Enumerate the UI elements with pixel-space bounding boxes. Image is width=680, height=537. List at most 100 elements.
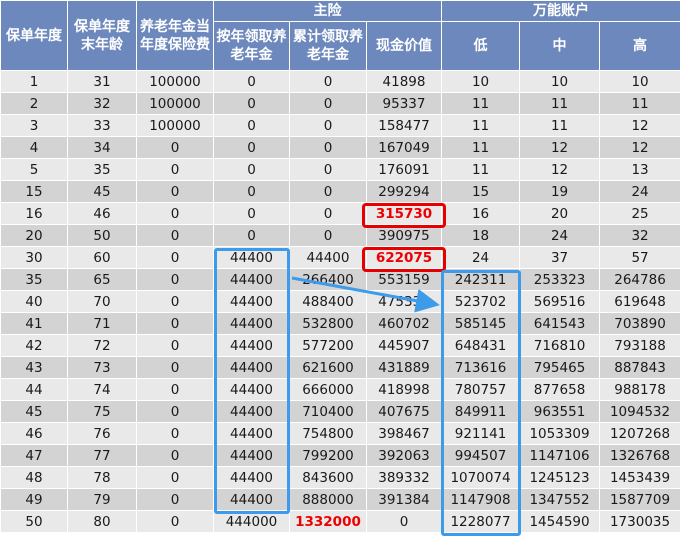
cell-annual-annuity: 44400 — [213, 356, 290, 379]
cell-policy-year: 30 — [0, 246, 68, 269]
table-row: 47 77 0 44400 799200 392063 994507 1147106 13267… — [0, 444, 680, 467]
cell-annual-annuity: 44400 — [213, 400, 290, 423]
table-row: 45 75 0 44400 710400 407675 849911 963551 109453… — [0, 400, 680, 423]
cell-policy-year: 2 — [0, 92, 68, 115]
cell-cash-value: 407675 — [365, 400, 443, 423]
cell-universal-mid: 19 — [519, 180, 601, 203]
cell-universal-high: 1587709 — [599, 488, 680, 511]
cell-age: 80 — [67, 510, 137, 533]
cell-age: 76 — [67, 422, 137, 445]
cell-annual-annuity: 44400 — [213, 334, 290, 357]
cell-policy-year: 5 — [0, 158, 68, 181]
cell-age: 75 — [67, 400, 137, 423]
cell-premium: 100000 — [136, 70, 214, 93]
cell-annual-annuity: 0 — [213, 158, 290, 181]
cell-premium: 0 — [136, 422, 214, 445]
cell-policy-year: 48 — [0, 466, 68, 489]
cell-universal-high: 264786 — [599, 268, 680, 291]
cell-universal-low: 11 — [441, 114, 521, 137]
cell-cash-value: 431889 — [365, 356, 443, 379]
cell-universal-high: 10 — [599, 70, 680, 93]
cell-cumulative-annuity: 488400 — [289, 290, 367, 313]
cell-cumulative-annuity: 1332000 — [289, 510, 367, 533]
cell-premium: 0 — [136, 488, 214, 511]
cell-universal-mid: 11 — [519, 114, 601, 137]
table-row: 46 76 0 44400 754800 398467 921141 1053309 12072… — [0, 422, 680, 445]
header-cash-value: 现金价值 — [365, 21, 443, 71]
cell-premium: 0 — [136, 224, 214, 247]
cell-premium: 0 — [136, 268, 214, 291]
cell-universal-mid: 37 — [519, 246, 601, 269]
cell-universal-low: 994507 — [441, 444, 521, 467]
cell-policy-year: 3 — [0, 114, 68, 137]
cell-universal-high: 57 — [599, 246, 680, 269]
cell-policy-year: 50 — [0, 510, 68, 533]
cell-universal-low: 523702 — [441, 290, 521, 313]
table-row: 4 34 0 0 0 167049 11 12 12 — [0, 136, 680, 159]
cell-policy-year: 46 — [0, 422, 68, 445]
cell-premium: 0 — [136, 180, 214, 203]
cell-annual-annuity: 0 — [213, 70, 290, 93]
cell-premium: 0 — [136, 202, 214, 225]
cell-policy-year: 47 — [0, 444, 68, 467]
cell-age: 35 — [67, 158, 137, 181]
table-row: 35 65 0 44400 266400 553159 242311 253323 264786 — [0, 268, 680, 291]
cell-cash-value: 0 — [365, 510, 443, 533]
cell-premium: 0 — [136, 444, 214, 467]
cell-cumulative-annuity: 888000 — [289, 488, 367, 511]
cell-age: 31 — [67, 70, 137, 93]
cell-cash-value: 315730 — [365, 202, 443, 225]
cell-universal-high: 32 — [599, 224, 680, 247]
cell-cumulative-annuity: 266400 — [289, 268, 367, 291]
cell-cash-value: 95337 — [365, 92, 443, 115]
cell-cash-value: 299294 — [365, 180, 443, 203]
cell-policy-year: 15 — [0, 180, 68, 203]
cell-cash-value: 418998 — [365, 378, 443, 401]
cell-age: 34 — [67, 136, 137, 159]
cell-cash-value: 41898 — [365, 70, 443, 93]
cell-cumulative-annuity: 0 — [289, 180, 367, 203]
cell-universal-mid: 24 — [519, 224, 601, 247]
header-high: 高 — [599, 21, 680, 71]
cell-policy-year: 4 — [0, 136, 68, 159]
cell-universal-mid: 716810 — [519, 334, 601, 357]
cell-policy-year: 35 — [0, 268, 68, 291]
cell-cumulative-annuity: 0 — [289, 136, 367, 159]
cell-cash-value: 167049 — [365, 136, 443, 159]
cell-universal-high: 619648 — [599, 290, 680, 313]
cell-age: 46 — [67, 202, 137, 225]
cell-policy-year: 41 — [0, 312, 68, 335]
header-annual-annuity: 按年领取养老年金 — [213, 21, 290, 71]
cell-cash-value: 553159 — [365, 268, 443, 291]
cell-premium: 0 — [136, 356, 214, 379]
cell-annual-annuity: 44400 — [213, 488, 290, 511]
header-low: 低 — [441, 21, 521, 71]
cell-universal-high: 703890 — [599, 312, 680, 335]
cell-policy-year: 49 — [0, 488, 68, 511]
cell-cash-value: 389332 — [365, 466, 443, 489]
cell-age: 33 — [67, 114, 137, 137]
cell-annual-annuity: 44400 — [213, 268, 290, 291]
cell-premium: 0 — [136, 400, 214, 423]
header-mid: 中 — [519, 21, 601, 71]
cell-cumulative-annuity: 0 — [289, 202, 367, 225]
cell-annual-annuity: 0 — [213, 92, 290, 115]
cell-universal-low: 1147908 — [441, 488, 521, 511]
table-row: 2 32 100000 0 0 95337 11 11 11 — [0, 92, 680, 115]
cell-cumulative-annuity: 666000 — [289, 378, 367, 401]
cell-universal-low: 1228077 — [441, 510, 521, 533]
cell-universal-low: 11 — [441, 92, 521, 115]
cell-policy-year: 16 — [0, 202, 68, 225]
cell-universal-high: 25 — [599, 202, 680, 225]
table-row: 41 71 0 44400 532800 460702 585145 641543 703890 — [0, 312, 680, 335]
cell-cash-value: 176091 — [365, 158, 443, 181]
cell-annual-annuity: 44400 — [213, 312, 290, 335]
cell-annual-annuity: 44400 — [213, 444, 290, 467]
cell-universal-low: 585145 — [441, 312, 521, 335]
cell-annual-annuity: 44400 — [213, 422, 290, 445]
cell-universal-low: 10 — [441, 70, 521, 93]
cell-universal-mid: 253323 — [519, 268, 601, 291]
header-premium: 养老年金当年度保险费 — [136, 0, 214, 71]
cell-premium: 0 — [136, 290, 214, 313]
cell-universal-mid: 12 — [519, 158, 601, 181]
